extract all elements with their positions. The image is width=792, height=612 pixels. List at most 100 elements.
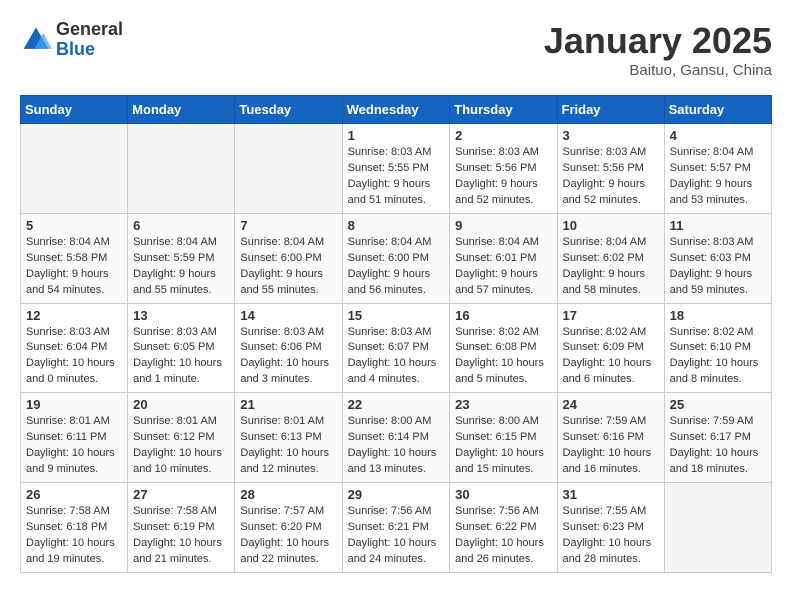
day-number: 14 (240, 308, 336, 323)
calendar-cell: 11 Sunrise: 8:03 AM Sunset: 6:03 PM Dayli… (664, 213, 771, 303)
calendar-body: 1 Sunrise: 8:03 AM Sunset: 5:55 PM Daylig… (21, 124, 772, 573)
day-info: Sunrise: 7:57 AM Sunset: 6:20 PM Dayligh… (240, 504, 336, 568)
calendar-cell: 25Sunrise: 7:59 AM Sunset: 6:17 PM Dayli… (664, 393, 771, 483)
day-info: Sunrise: 8:03 AM Sunset: 6:06 PM Dayligh… (240, 325, 336, 389)
weekday-saturday: Saturday (664, 96, 771, 124)
logo-general-text: General (56, 19, 123, 39)
calendar-cell: 9 Sunrise: 8:04 AM Sunset: 6:01 PM Daylig… (450, 213, 557, 303)
calendar-cell (664, 483, 771, 573)
day-number: 17 (563, 308, 659, 323)
calendar-table: SundayMondayTuesdayWednesdayThursdayFrid… (20, 95, 772, 573)
day-info: Sunrise: 8:03 AM Sunset: 5:56 PM Dayligh… (563, 145, 659, 209)
calendar-cell: 12Sunrise: 8:03 AM Sunset: 6:04 PM Dayli… (21, 303, 128, 393)
day-number: 29 (348, 487, 445, 502)
calendar-cell (21, 124, 128, 214)
day-number: 26 (26, 487, 122, 502)
day-number: 2 (455, 128, 551, 143)
day-info: Sunrise: 8:01 AM Sunset: 6:11 PM Dayligh… (26, 414, 122, 478)
calendar-cell: 23Sunrise: 8:00 AM Sunset: 6:15 PM Dayli… (450, 393, 557, 483)
day-info: Sunrise: 8:03 AM Sunset: 5:56 PM Dayligh… (455, 145, 551, 209)
day-number: 15 (348, 308, 445, 323)
day-info: Sunrise: 8:02 AM Sunset: 6:08 PM Dayligh… (455, 325, 551, 389)
day-info: Sunrise: 7:56 AM Sunset: 6:21 PM Dayligh… (348, 504, 445, 568)
calendar-cell: 22Sunrise: 8:00 AM Sunset: 6:14 PM Dayli… (342, 393, 450, 483)
calendar-cell: 6Sunrise: 8:04 AM Sunset: 5:59 PM Daylig… (128, 213, 235, 303)
day-info: Sunrise: 8:01 AM Sunset: 6:12 PM Dayligh… (133, 414, 229, 478)
calendar-cell: 5Sunrise: 8:04 AM Sunset: 5:58 PM Daylig… (21, 213, 128, 303)
calendar-cell: 16Sunrise: 8:02 AM Sunset: 6:08 PM Dayli… (450, 303, 557, 393)
calendar-cell: 1 Sunrise: 8:03 AM Sunset: 5:55 PM Daylig… (342, 124, 450, 214)
logo-icon (20, 24, 52, 56)
day-number: 3 (563, 128, 659, 143)
day-info: Sunrise: 7:55 AM Sunset: 6:23 PM Dayligh… (563, 504, 659, 568)
day-info: Sunrise: 8:04 AM Sunset: 6:02 PM Dayligh… (563, 235, 659, 299)
day-info: Sunrise: 8:03 AM Sunset: 5:55 PM Dayligh… (348, 145, 445, 209)
calendar-cell (128, 124, 235, 214)
calendar-cell: 18 Sunrise: 8:02 AM Sunset: 6:10 PM Dayli… (664, 303, 771, 393)
day-number: 30 (455, 487, 551, 502)
day-number: 22 (348, 397, 445, 412)
calendar-cell: 30Sunrise: 7:56 AM Sunset: 6:22 PM Dayli… (450, 483, 557, 573)
day-info: Sunrise: 8:04 AM Sunset: 6:00 PM Dayligh… (348, 235, 445, 299)
calendar-cell: 28Sunrise: 7:57 AM Sunset: 6:20 PM Dayli… (235, 483, 342, 573)
weekday-thursday: Thursday (450, 96, 557, 124)
day-info: Sunrise: 7:59 AM Sunset: 6:17 PM Dayligh… (670, 414, 766, 478)
calendar-week-1: 1 Sunrise: 8:03 AM Sunset: 5:55 PM Daylig… (21, 124, 772, 214)
calendar-cell: 15Sunrise: 8:03 AM Sunset: 6:07 PM Dayli… (342, 303, 450, 393)
day-info: Sunrise: 8:03 AM Sunset: 6:04 PM Dayligh… (26, 325, 122, 389)
calendar-cell: 2 Sunrise: 8:03 AM Sunset: 5:56 PM Daylig… (450, 124, 557, 214)
page-header: General Blue January 2025 Baituo, Gansu,… (20, 20, 772, 79)
calendar-cell: 14 Sunrise: 8:03 AM Sunset: 6:06 PM Dayli… (235, 303, 342, 393)
calendar-cell: 27 Sunrise: 7:58 AM Sunset: 6:19 PM Dayli… (128, 483, 235, 573)
day-number: 1 (348, 128, 445, 143)
day-number: 11 (670, 218, 766, 233)
day-info: Sunrise: 8:04 AM Sunset: 6:00 PM Dayligh… (240, 235, 336, 299)
calendar-cell: 31 Sunrise: 7:55 AM Sunset: 6:23 PM Dayli… (557, 483, 664, 573)
day-number: 4 (670, 128, 766, 143)
calendar-cell: 21Sunrise: 8:01 AM Sunset: 6:13 PM Dayli… (235, 393, 342, 483)
day-info: Sunrise: 8:03 AM Sunset: 6:03 PM Dayligh… (670, 235, 766, 299)
day-number: 24 (563, 397, 659, 412)
day-info: Sunrise: 8:03 AM Sunset: 6:05 PM Dayligh… (133, 325, 229, 389)
weekday-wednesday: Wednesday (342, 96, 450, 124)
calendar-cell: 29 Sunrise: 7:56 AM Sunset: 6:21 PM Dayli… (342, 483, 450, 573)
month-title: January 2025 (544, 20, 772, 62)
calendar-cell: 13Sunrise: 8:03 AM Sunset: 6:05 PM Dayli… (128, 303, 235, 393)
calendar-week-4: 19 Sunrise: 8:01 AM Sunset: 6:11 PM Dayli… (21, 393, 772, 483)
calendar-week-2: 5Sunrise: 8:04 AM Sunset: 5:58 PM Daylig… (21, 213, 772, 303)
calendar-cell: 17Sunrise: 8:02 AM Sunset: 6:09 PM Dayli… (557, 303, 664, 393)
day-number: 10 (563, 218, 659, 233)
day-info: Sunrise: 7:58 AM Sunset: 6:19 PM Dayligh… (133, 504, 229, 568)
title-block: January 2025 Baituo, Gansu, China (544, 20, 772, 79)
day-number: 6 (133, 218, 229, 233)
weekday-sunday: Sunday (21, 96, 128, 124)
day-number: 8 (348, 218, 445, 233)
day-number: 18 (670, 308, 766, 323)
day-number: 31 (563, 487, 659, 502)
weekday-tuesday: Tuesday (235, 96, 342, 124)
logo-blue-text: Blue (56, 39, 95, 59)
calendar-cell: 20Sunrise: 8:01 AM Sunset: 6:12 PM Dayli… (128, 393, 235, 483)
day-number: 7 (240, 218, 336, 233)
day-number: 19 (26, 397, 122, 412)
calendar-cell: 4 Sunrise: 8:04 AM Sunset: 5:57 PM Daylig… (664, 124, 771, 214)
weekday-monday: Monday (128, 96, 235, 124)
day-info: Sunrise: 8:04 AM Sunset: 5:57 PM Dayligh… (670, 145, 766, 209)
calendar-week-3: 12Sunrise: 8:03 AM Sunset: 6:04 PM Dayli… (21, 303, 772, 393)
day-info: Sunrise: 8:02 AM Sunset: 6:10 PM Dayligh… (670, 325, 766, 389)
day-number: 9 (455, 218, 551, 233)
calendar-week-5: 26Sunrise: 7:58 AM Sunset: 6:18 PM Dayli… (21, 483, 772, 573)
calendar-cell: 26Sunrise: 7:58 AM Sunset: 6:18 PM Dayli… (21, 483, 128, 573)
day-number: 21 (240, 397, 336, 412)
calendar-cell: 3 Sunrise: 8:03 AM Sunset: 5:56 PM Daylig… (557, 124, 664, 214)
weekday-friday: Friday (557, 96, 664, 124)
weekday-header-row: SundayMondayTuesdayWednesdayThursdayFrid… (21, 96, 772, 124)
day-number: 27 (133, 487, 229, 502)
calendar-cell: 19 Sunrise: 8:01 AM Sunset: 6:11 PM Dayli… (21, 393, 128, 483)
location-text: Baituo, Gansu, China (544, 62, 772, 79)
calendar-cell: 24 Sunrise: 7:59 AM Sunset: 6:16 PM Dayli… (557, 393, 664, 483)
logo: General Blue (20, 20, 123, 60)
day-info: Sunrise: 8:04 AM Sunset: 6:01 PM Dayligh… (455, 235, 551, 299)
day-number: 5 (26, 218, 122, 233)
day-info: Sunrise: 7:59 AM Sunset: 6:16 PM Dayligh… (563, 414, 659, 478)
